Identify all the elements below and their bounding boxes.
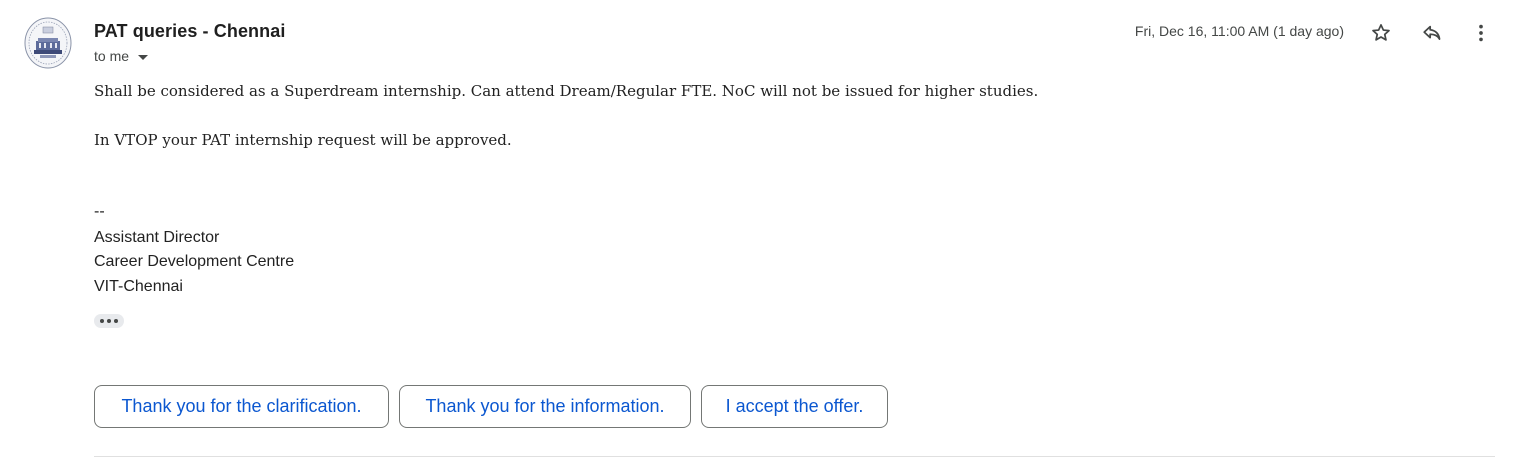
star-icon xyxy=(1372,24,1390,41)
recipient-label: to me xyxy=(94,48,130,64)
star-button[interactable] xyxy=(1366,18,1396,48)
signature-line: Assistant Director xyxy=(94,229,220,246)
more-vert-icon xyxy=(1479,24,1483,42)
show-trimmed-content-button[interactable] xyxy=(94,314,124,328)
ellipsis-icon xyxy=(100,319,104,323)
signature-line: Career Development Centre xyxy=(94,253,295,270)
ellipsis-icon xyxy=(114,319,118,323)
more-options-button[interactable] xyxy=(1466,18,1496,48)
smart-reply-button[interactable]: Thank you for the clarification. xyxy=(94,385,389,428)
email-body-line: In VTOP your PAT internship request will… xyxy=(94,131,512,149)
email-timestamp: Fri, Dec 16, 11:00 AM (1 day ago) xyxy=(1134,23,1344,39)
seal-logo-icon xyxy=(24,17,72,69)
smart-reply-button[interactable]: I accept the offer. xyxy=(701,385,888,428)
sender-avatar[interactable] xyxy=(24,17,72,69)
divider xyxy=(94,456,1495,457)
sender-name[interactable]: PAT queries - Chennai xyxy=(94,21,285,42)
signature-line: VIT-Chennai xyxy=(94,278,183,295)
recipient-summary[interactable]: to me xyxy=(94,48,149,64)
smart-reply-button[interactable]: Thank you for the information. xyxy=(399,385,691,428)
email-body-line: Shall be considered as a Superdream inte… xyxy=(94,82,1039,100)
ellipsis-icon xyxy=(107,319,111,323)
reply-icon xyxy=(1423,25,1441,40)
reply-button[interactable] xyxy=(1417,18,1447,48)
signature-separator: -- xyxy=(94,203,105,220)
chevron-down-icon[interactable] xyxy=(138,54,149,60)
